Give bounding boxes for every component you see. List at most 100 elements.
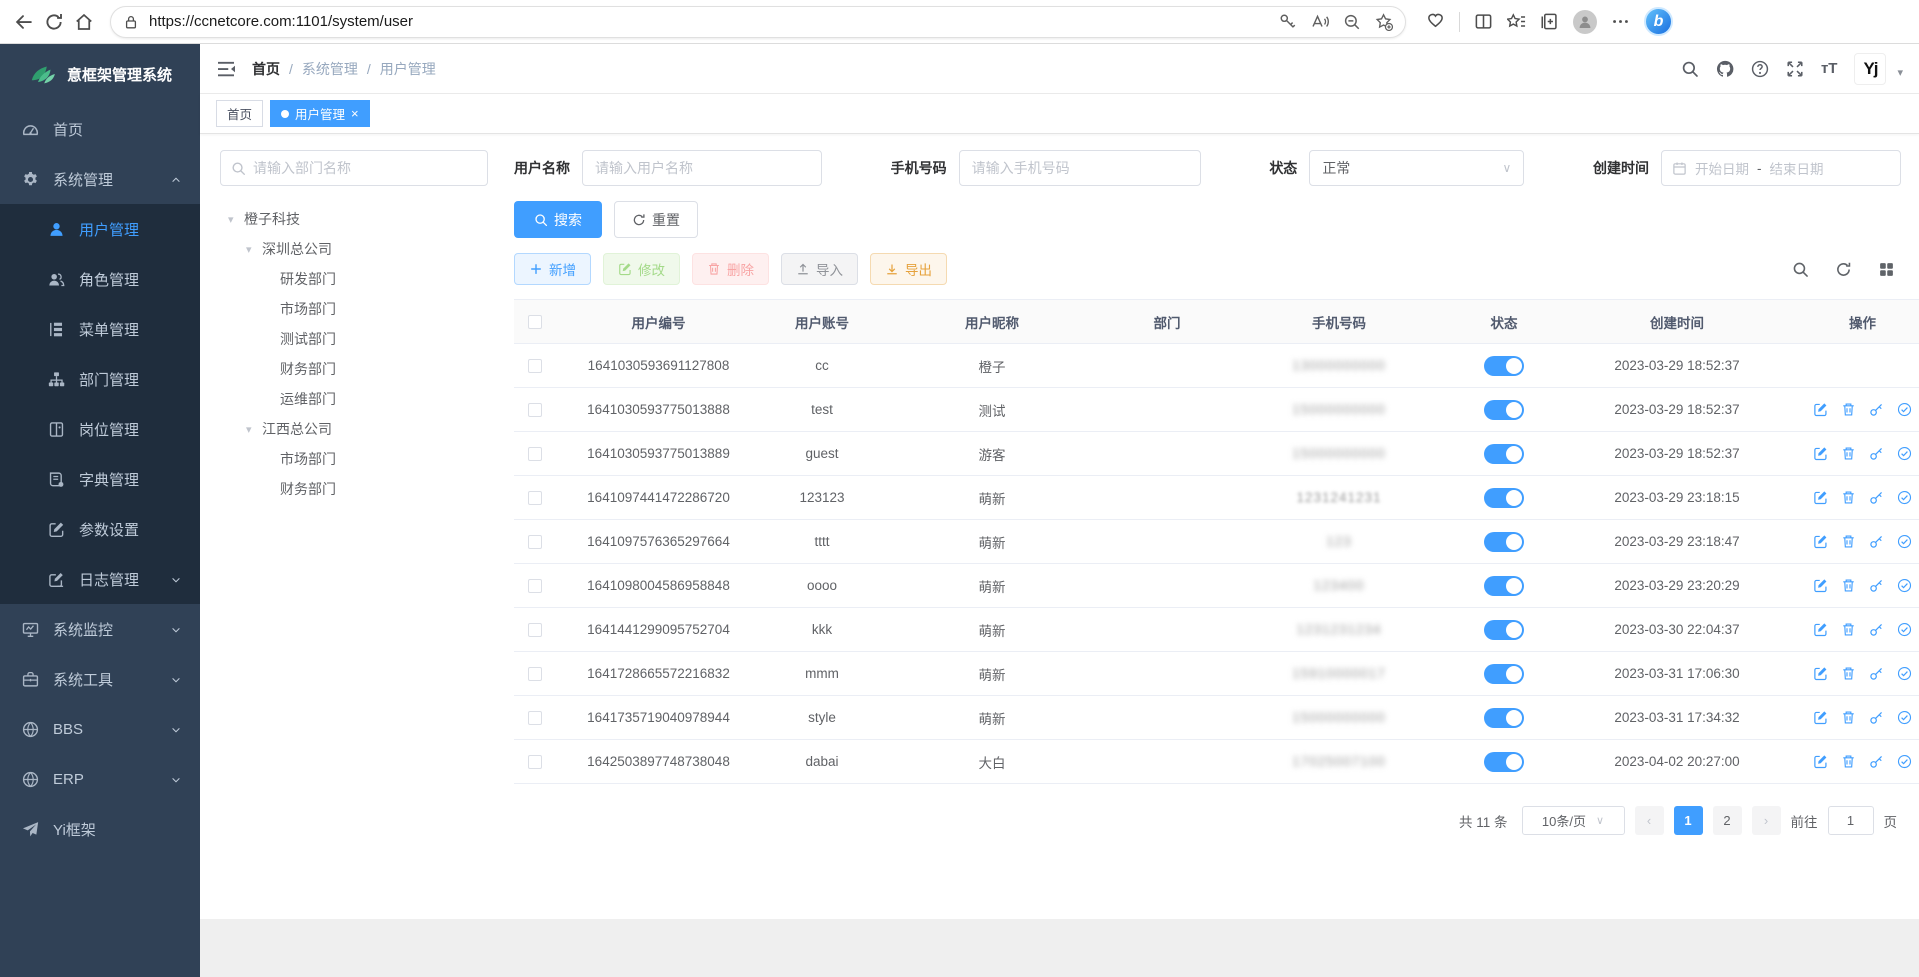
sidebar-item-monitor[interactable]: 系统监控 [0, 604, 200, 654]
status-toggle[interactable] [1484, 532, 1524, 552]
sidebar-item-erp[interactable]: ERP [0, 754, 200, 804]
dept-search-input[interactable] [253, 160, 477, 176]
import-button[interactable]: 导入 [781, 253, 858, 285]
row-checkbox[interactable] [528, 491, 542, 505]
status-toggle[interactable] [1484, 576, 1524, 596]
row-assign-role-icon[interactable] [1897, 666, 1912, 681]
row-checkbox[interactable] [528, 359, 542, 373]
reset-button[interactable]: 重置 [614, 201, 698, 238]
row-assign-role-icon[interactable] [1897, 490, 1912, 505]
help-icon[interactable] [1751, 60, 1769, 78]
sidebar-item-yi[interactable]: Yi框架 [0, 804, 200, 854]
address-bar[interactable]: https://ccnetcore.com:1101/system/user [110, 6, 1406, 38]
add-favorite-icon[interactable] [1375, 13, 1393, 31]
url-text[interactable]: https://ccnetcore.com:1101/system/user [149, 13, 1269, 30]
row-reset-password-icon[interactable] [1869, 578, 1884, 593]
row-delete-icon[interactable] [1841, 754, 1856, 769]
fullscreen-icon[interactable] [1786, 60, 1804, 78]
row-edit-icon[interactable] [1813, 490, 1828, 505]
copilot-icon[interactable]: b [1644, 7, 1673, 36]
next-page-button[interactable]: › [1752, 806, 1781, 835]
tree-node[interactable]: ▾江西总公司 [220, 414, 488, 444]
row-assign-role-icon[interactable] [1897, 578, 1912, 593]
row-assign-role-icon[interactable] [1897, 534, 1912, 549]
export-button[interactable]: 导出 [870, 253, 947, 285]
sidebar-item-dict[interactable]: 字典管理 [0, 454, 200, 504]
read-aloud-icon[interactable] [1311, 13, 1329, 31]
row-checkbox[interactable] [528, 755, 542, 769]
prev-page-button[interactable]: ‹ [1635, 806, 1664, 835]
row-edit-icon[interactable] [1813, 578, 1828, 593]
status-toggle[interactable] [1484, 400, 1524, 420]
tree-node[interactable]: 测试部门 [220, 324, 488, 354]
delete-button[interactable]: 删除 [692, 253, 769, 285]
phone-input[interactable] [959, 150, 1201, 186]
search-button[interactable]: 搜索 [514, 201, 602, 238]
sidebar-item-system[interactable]: 系统管理 [0, 154, 200, 204]
row-checkbox[interactable] [528, 403, 542, 417]
browser-essentials-icon[interactable] [1426, 12, 1445, 31]
tree-node[interactable]: 市场部门 [220, 444, 488, 474]
password-key-icon[interactable] [1279, 13, 1297, 31]
row-delete-icon[interactable] [1841, 622, 1856, 637]
status-toggle[interactable] [1484, 664, 1524, 684]
page-button-1[interactable]: 1 [1674, 806, 1703, 835]
row-edit-icon[interactable] [1813, 754, 1828, 769]
favorites-icon[interactable] [1507, 12, 1526, 31]
sidebar-item-dept[interactable]: 部门管理 [0, 354, 200, 404]
sidebar-item-role[interactable]: 角色管理 [0, 254, 200, 304]
row-checkbox[interactable] [528, 623, 542, 637]
tab-home[interactable]: 首页 [216, 100, 263, 127]
tree-node[interactable]: 财务部门 [220, 354, 488, 384]
tree-node[interactable]: 市场部门 [220, 294, 488, 324]
sidebar-item-home[interactable]: 首页 [0, 104, 200, 154]
browser-back-icon[interactable] [14, 12, 34, 32]
breadcrumb-home[interactable]: 首页 [252, 59, 280, 79]
select-all-checkbox[interactable] [528, 315, 542, 329]
toggle-search-icon[interactable] [1792, 261, 1809, 278]
status-toggle[interactable] [1484, 488, 1524, 508]
tree-node[interactable]: 财务部门 [220, 474, 488, 504]
row-delete-icon[interactable] [1841, 534, 1856, 549]
row-reset-password-icon[interactable] [1869, 534, 1884, 549]
sidebar-item-log[interactable]: 日志管理 [0, 554, 200, 604]
sidebar-item-post[interactable]: 岗位管理 [0, 404, 200, 454]
user-avatar[interactable]: Yj [1854, 53, 1886, 85]
row-delete-icon[interactable] [1841, 490, 1856, 505]
collections-icon[interactable] [1540, 12, 1559, 31]
sidebar-item-bbs[interactable]: BBS [0, 704, 200, 754]
row-reset-password-icon[interactable] [1869, 754, 1884, 769]
browser-profile-avatar[interactable] [1573, 10, 1597, 34]
split-screen-icon[interactable] [1474, 12, 1493, 31]
row-delete-icon[interactable] [1841, 710, 1856, 725]
row-assign-role-icon[interactable] [1897, 402, 1912, 417]
row-assign-role-icon[interactable] [1897, 754, 1912, 769]
row-delete-icon[interactable] [1841, 402, 1856, 417]
page-size-select[interactable]: 10条/页 ∨ [1522, 806, 1625, 835]
edit-button[interactable]: 修改 [603, 253, 680, 285]
row-reset-password-icon[interactable] [1869, 490, 1884, 505]
row-delete-icon[interactable] [1841, 578, 1856, 593]
add-button[interactable]: 新增 [514, 253, 591, 285]
page-button-2[interactable]: 2 [1713, 806, 1742, 835]
github-icon[interactable] [1716, 60, 1734, 78]
status-toggle[interactable] [1484, 444, 1524, 464]
date-range-picker[interactable]: 开始日期 - 结束日期 [1661, 150, 1901, 186]
row-checkbox[interactable] [528, 579, 542, 593]
caret-down-icon[interactable]: ▾ [228, 213, 244, 226]
breadcrumb-system[interactable]: 系统管理 [302, 59, 358, 79]
sidebar-item-user[interactable]: 用户管理 [0, 204, 200, 254]
search-icon[interactable] [1681, 60, 1699, 78]
row-assign-role-icon[interactable] [1897, 446, 1912, 461]
row-checkbox[interactable] [528, 667, 542, 681]
row-checkbox[interactable] [528, 447, 542, 461]
tree-node[interactable]: ▾深圳总公司 [220, 234, 488, 264]
status-toggle[interactable] [1484, 708, 1524, 728]
tree-node[interactable]: ▾橙子科技 [220, 204, 488, 234]
row-edit-icon[interactable] [1813, 446, 1828, 461]
caret-down-icon[interactable]: ▾ [246, 243, 262, 256]
refresh-table-icon[interactable] [1835, 261, 1852, 278]
sidebar-item-param[interactable]: 参数设置 [0, 504, 200, 554]
row-edit-icon[interactable] [1813, 710, 1828, 725]
column-settings-icon[interactable] [1878, 261, 1895, 278]
